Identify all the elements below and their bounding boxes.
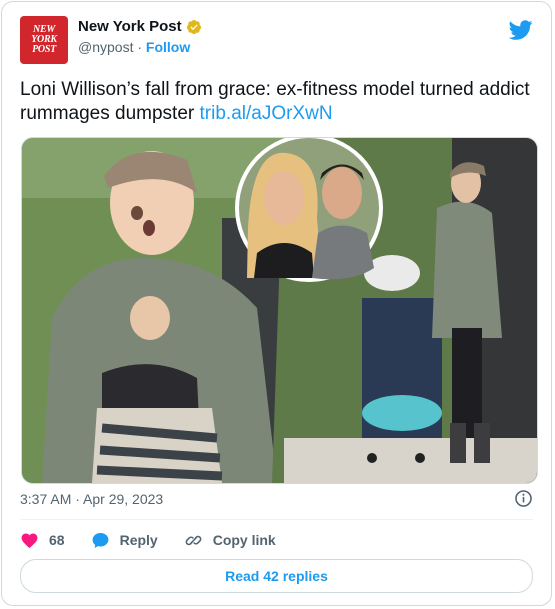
photo-collage [22,138,537,483]
logo-line-3: POST [32,44,56,55]
reply-button[interactable]: Reply [91,531,158,550]
separator: · [137,39,143,55]
tweet-text: Loni Willison’s fall from grace: ex-fitn… [20,78,530,126]
inset-woman-face [264,171,304,225]
account-names: New York Post @nypost · Follow [78,18,202,55]
handle[interactable]: @nypost [78,39,133,55]
tweet-link[interactable]: trib.al/aJOrXwN [200,103,333,124]
right-blue-bag [362,395,442,431]
copy-link-label: Copy link [212,532,276,548]
info-icon[interactable] [514,489,533,508]
verified-badge-icon [186,19,201,34]
like-button[interactable]: 68 [20,531,65,550]
reply-bubble-icon [92,532,108,548]
right-sidewalk [284,438,537,483]
handle-row: @nypost · Follow [78,39,202,55]
twitter-bird-icon[interactable] [509,18,533,42]
tweet-actions: 68 Reply Copy link [20,528,302,552]
copy-link-button[interactable]: Copy link [184,531,276,550]
tweet-header: NEW YORK POST New York Post @nypost · Fo… [20,16,533,66]
right-jacket [432,201,502,338]
like-count: 68 [49,532,65,548]
reply-label: Reply [119,532,158,548]
display-name-row[interactable]: New York Post [78,18,202,35]
display-name[interactable]: New York Post [78,18,182,35]
right-legs [452,328,482,438]
read-replies-button[interactable]: Read 42 replies [20,559,533,593]
tweet-card: NEW YORK POST New York Post @nypost · Fo… [1,1,552,606]
follow-button[interactable]: Follow [146,39,190,55]
inset-man-face [322,167,362,219]
link-icon [185,535,202,545]
tweet-timestamp[interactable]: 3:37 AM · Apr 29, 2023 [20,491,163,507]
divider [20,519,533,520]
tweet-photo[interactable] [21,137,538,484]
account-avatar[interactable]: NEW YORK POST [20,16,68,64]
left-neck [130,296,170,340]
heart-icon [21,533,38,548]
